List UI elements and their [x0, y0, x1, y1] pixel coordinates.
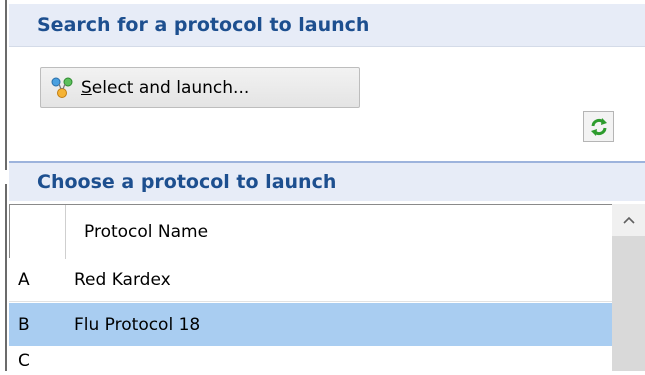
- vertical-scrollbar[interactable]: [612, 204, 645, 371]
- choose-section-header: Choose a protocol to launch: [9, 161, 645, 201]
- protocol-table: Protocol Name A Red Kardex B Flu Protoco…: [9, 204, 612, 371]
- launch-mnemonic: S: [81, 77, 92, 98]
- row-letter: B: [18, 314, 30, 335]
- search-section-header: Search for a protocol to launch: [9, 4, 645, 47]
- refresh-button[interactable]: [583, 111, 614, 142]
- table-row-selected[interactable]: B Flu Protocol 18: [9, 303, 612, 346]
- scroll-up-icon: [622, 216, 635, 224]
- left-border: [0, 0, 9, 371]
- table-row[interactable]: A Red Kardex: [9, 259, 612, 302]
- launch-label-rest: elect and launch...: [91, 77, 250, 98]
- left-border-line: [5, 0, 7, 371]
- table-header-row: Protocol Name: [9, 204, 612, 259]
- select-and-launch-button[interactable]: Select and launch...: [40, 67, 360, 108]
- choose-section-title: Choose a protocol to launch: [37, 171, 337, 193]
- protocol-nodes-icon: [51, 77, 73, 98]
- scroll-up-button[interactable]: [612, 204, 645, 236]
- select-and-launch-label: Select and launch...: [81, 78, 249, 98]
- protocol-name-cell: Red Kardex: [74, 270, 171, 290]
- refresh-icon: [590, 117, 607, 136]
- search-section-title: Search for a protocol to launch: [37, 14, 370, 36]
- row-indicator-header: [10, 204, 66, 259]
- row-letter: C: [18, 351, 30, 371]
- row-letter: A: [18, 270, 30, 290]
- protocol-name-cell: Flu Protocol 18: [74, 314, 201, 335]
- column-header-protocol-name[interactable]: Protocol Name: [66, 222, 612, 242]
